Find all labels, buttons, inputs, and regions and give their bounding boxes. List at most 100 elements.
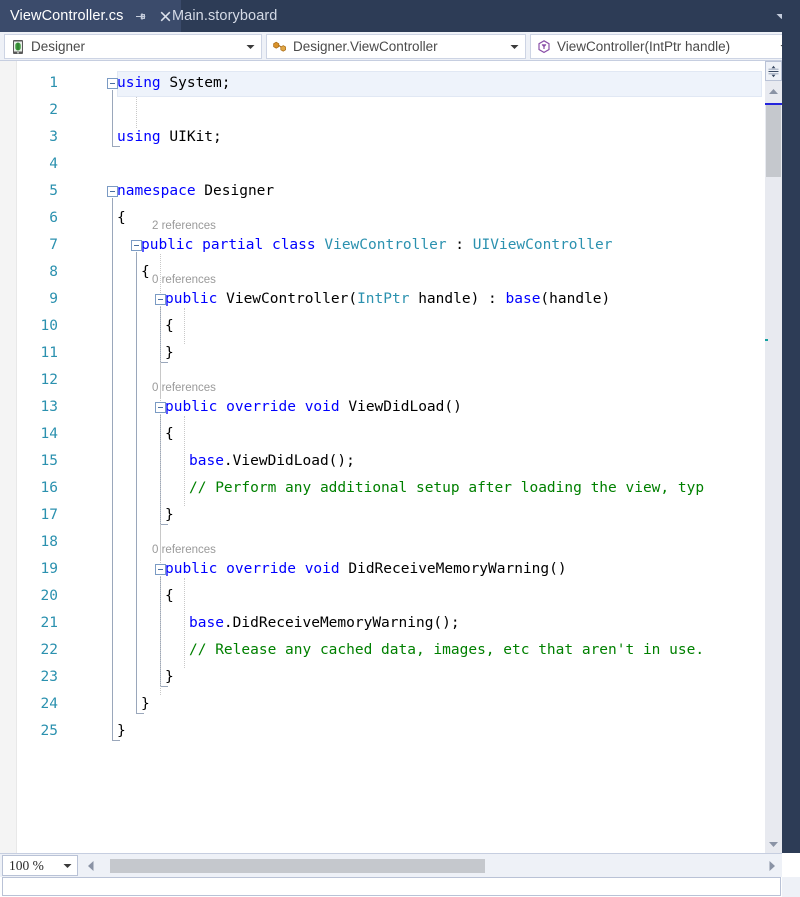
outlining-collapse-toggle[interactable] (155, 564, 166, 575)
tab-viewcontroller-cs[interactable]: ViewController.cs (0, 0, 182, 32)
vertical-scrollbar[interactable] (765, 61, 782, 853)
code-token: DidReceiveMemoryWarning() (339, 561, 567, 577)
class-dropdown[interactable]: Designer.ViewController (266, 34, 526, 59)
code-token: handle) : (409, 291, 506, 307)
line-number: 23 (40, 669, 58, 685)
code-line-text: { (141, 259, 150, 286)
code-token: } (117, 723, 126, 739)
code-line-text: using UIKit; (117, 124, 222, 151)
code-line-text: public override void DidReceiveMemoryWar… (165, 556, 567, 583)
scroll-right-triangle-right-icon[interactable] (763, 856, 780, 876)
code-line[interactable]: 14 { (0, 421, 765, 448)
outlining-collapse-toggle[interactable] (107, 78, 118, 89)
chevron-down-icon[interactable] (242, 44, 258, 50)
code-line-text: public partial class ViewController : UI… (141, 232, 612, 259)
code-token: : (446, 237, 473, 253)
code-line-text: using System; (117, 70, 231, 97)
code-line[interactable]: 18 (0, 529, 765, 556)
code-token: partial (202, 237, 264, 253)
code-line[interactable]: 7 public partial class ViewController : U… (0, 232, 765, 259)
code-line[interactable]: 13 public override void ViewDidLoad() (0, 394, 765, 421)
member-dropdown[interactable]: ViewController(IntPtr handle) (530, 34, 796, 59)
code-line[interactable]: 16 // Perform any additional setup after … (0, 475, 765, 502)
pin-icon[interactable] (133, 9, 148, 24)
line-number: 8 (49, 264, 58, 280)
code-token: (handle) (540, 291, 611, 307)
tab-main-storyboard[interactable]: Main.storyboard (160, 0, 289, 32)
zoom-level-dropdown[interactable]: 100 % (2, 855, 78, 876)
code-line[interactable]: 9 public ViewController(IntPtr handle) : … (0, 286, 765, 313)
code-token: void (304, 399, 340, 415)
code-line[interactable]: 4 (0, 151, 765, 178)
code-line-text: { (165, 583, 174, 610)
code-token: // Perform any additional setup after lo… (189, 480, 705, 496)
method-icon (535, 38, 553, 56)
code-token: base (189, 453, 224, 469)
code-token: namespace (117, 183, 196, 199)
code-token: override (226, 399, 296, 415)
code-line-text: } (141, 691, 150, 718)
line-number: 13 (40, 399, 58, 415)
line-number: 11 (40, 345, 58, 361)
line-number: 19 (40, 561, 58, 577)
status-strip (2, 877, 781, 896)
class-dropdown-label: Designer.ViewController (293, 39, 438, 54)
code-token: UIViewController (472, 237, 613, 253)
code-token: class (271, 237, 316, 253)
code-line-text: { (165, 421, 174, 448)
code-token: { (165, 318, 174, 334)
code-line[interactable]: 2 (0, 97, 765, 124)
code-line[interactable]: 17} (0, 502, 765, 529)
outlining-collapse-toggle[interactable] (155, 294, 166, 305)
code-line[interactable]: 21 base.DidReceiveMemoryWarning(); (0, 610, 765, 637)
code-line[interactable]: 19 public override void DidReceiveMemoryW… (0, 556, 765, 583)
code-line[interactable]: 12 (0, 367, 765, 394)
code-token: .ViewDidLoad(); (223, 453, 355, 469)
outlining-collapse-toggle[interactable] (131, 240, 142, 251)
code-line[interactable]: 8{ (0, 259, 765, 286)
code-token: public (165, 561, 218, 577)
code-line[interactable]: 20 { (0, 583, 765, 610)
code-line[interactable]: 11} (0, 340, 765, 367)
code-line[interactable]: 25} (0, 718, 765, 745)
line-number: 21 (40, 615, 58, 631)
scroll-up-chevron-up-icon[interactable] (765, 83, 782, 100)
code-editor[interactable]: 2 references 0 references 0 references 0 re… (0, 61, 800, 853)
vertical-scroll-thumb[interactable] (766, 105, 781, 177)
code-surface[interactable]: 2 references 0 references 0 references 0 re… (0, 61, 765, 853)
code-line[interactable]: 3 using UIKit; (0, 124, 765, 151)
split-view-icon[interactable] (765, 61, 782, 81)
visual-studio-editor-window: ViewController.cs Main.storyboard Design… (0, 0, 800, 897)
horizontal-scroll-track[interactable] (100, 857, 748, 875)
code-line-text: } (165, 340, 174, 367)
project-dropdown[interactable]: Designer (4, 34, 262, 59)
code-token: ViewController (324, 237, 447, 253)
code-line[interactable]: 24} (0, 691, 765, 718)
code-token: } (141, 696, 150, 712)
code-line-text: } (165, 502, 174, 529)
line-number: 9 (49, 291, 58, 307)
outlining-collapse-toggle[interactable] (155, 402, 166, 413)
code-token: using (117, 75, 161, 91)
chevron-down-icon[interactable] (506, 44, 522, 50)
code-token: { (141, 264, 150, 280)
tab-label: ViewController.cs (10, 8, 124, 24)
code-token: void (304, 561, 340, 577)
scroll-left-triangle-left-icon[interactable] (82, 856, 99, 876)
code-token: using (117, 129, 161, 145)
outlining-collapse-toggle[interactable] (107, 186, 118, 197)
scroll-down-chevron-down-icon[interactable] (765, 836, 782, 853)
code-line[interactable]: 15 base.ViewDidLoad(); (0, 448, 765, 475)
class-icon (271, 38, 289, 56)
line-number: 22 (40, 642, 58, 658)
code-line[interactable]: 10 { (0, 313, 765, 340)
line-number: 18 (40, 534, 58, 550)
code-line[interactable]: 22 // Release any cached data, images, et… (0, 637, 765, 664)
line-number: 20 (40, 588, 58, 604)
chevron-down-icon[interactable] (59, 863, 75, 869)
horizontal-scroll-thumb[interactable] (110, 859, 485, 873)
code-line[interactable]: 6{ (0, 205, 765, 232)
code-line[interactable]: 23} (0, 664, 765, 691)
